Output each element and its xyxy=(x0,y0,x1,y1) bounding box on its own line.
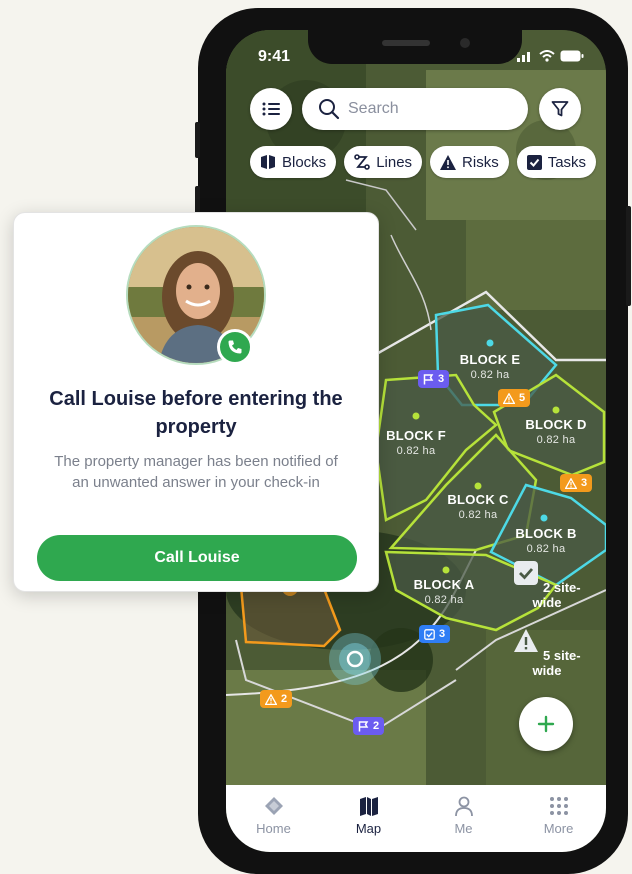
list-icon xyxy=(262,102,280,116)
block-f-label[interactable]: BLOCK F 0.82 ha xyxy=(378,428,454,457)
warning-icon xyxy=(503,392,515,404)
front-camera xyxy=(460,38,470,48)
block-a-label[interactable]: BLOCK A 0.82 ha xyxy=(406,577,482,606)
flag-badge[interactable]: 2 xyxy=(353,717,385,735)
map-icon xyxy=(359,797,378,816)
block-area: 0.82 ha xyxy=(536,434,576,446)
blocks-icon xyxy=(261,155,275,169)
bottom-tab-bar: Home Map Me More xyxy=(226,785,606,852)
status-icons xyxy=(516,50,584,65)
filter-icon xyxy=(551,101,569,117)
badge-count: 3 xyxy=(439,628,446,640)
block-area: 0.82 ha xyxy=(396,445,436,457)
flag-icon xyxy=(423,373,434,384)
tab-label: Home xyxy=(256,821,291,836)
filter-button[interactable] xyxy=(539,88,581,130)
layer-chips: Blocks Lines Risks Tasks xyxy=(250,146,597,178)
checkbox-icon xyxy=(424,628,435,640)
warning-icon xyxy=(265,693,277,705)
block-d-label[interactable]: BLOCK D 0.82 ha xyxy=(518,417,594,446)
block-c-label[interactable]: BLOCK C 0.82 ha xyxy=(440,492,516,521)
chip-tasks[interactable]: Tasks xyxy=(516,146,597,178)
search-icon xyxy=(319,99,340,120)
flag-icon xyxy=(358,720,369,731)
person-icon xyxy=(454,796,473,817)
tab-map[interactable]: Map xyxy=(321,785,416,852)
phone-side-button xyxy=(626,206,631,306)
block-name: BLOCK F xyxy=(386,428,446,443)
wifi-icon xyxy=(539,50,556,62)
warning-icon xyxy=(514,629,539,652)
block-area: 0.82 ha xyxy=(470,369,510,381)
card-message: The property manager has been notified o… xyxy=(54,453,338,491)
checkbox-icon xyxy=(514,561,539,585)
task-badge[interactable]: 3 xyxy=(419,625,451,643)
badge-count: 2 xyxy=(373,720,380,732)
site-wide-tasks[interactable]: 2 site-wide xyxy=(502,560,592,610)
phone-side-button xyxy=(195,122,200,158)
block-name: BLOCK D xyxy=(525,417,587,432)
site-wide-label: 5 site-wide xyxy=(532,648,581,678)
tab-me[interactable]: Me xyxy=(416,785,511,852)
tab-label: More xyxy=(543,821,574,836)
badge-count: 2 xyxy=(281,693,288,705)
risk-badge[interactable]: 5 xyxy=(498,389,531,407)
phone-icon xyxy=(228,340,242,354)
call-louise-button[interactable]: Call Louise xyxy=(37,535,357,581)
block-name: BLOCK B xyxy=(515,526,577,541)
checkbox-icon xyxy=(526,154,542,170)
badge-count: 5 xyxy=(519,392,526,404)
chip-risks[interactable]: Risks xyxy=(430,146,509,178)
chip-label: Lines xyxy=(376,153,413,171)
grid-dots-icon xyxy=(549,797,568,815)
chip-label: Risks xyxy=(462,153,499,171)
list-view-button[interactable] xyxy=(250,88,292,130)
warning-icon xyxy=(565,477,577,489)
home-icon xyxy=(264,797,283,815)
search-input[interactable] xyxy=(346,99,520,119)
block-e-label[interactable]: BLOCK E 0.82 ha xyxy=(452,352,528,381)
call-alert-card: Call Louise before entering the property… xyxy=(13,212,379,592)
block-area: 0.82 ha xyxy=(526,543,566,555)
tab-home[interactable]: Home xyxy=(226,785,321,852)
block-name: BLOCK C xyxy=(447,492,509,507)
block-area: 0.82 ha xyxy=(424,594,464,606)
block-b-label[interactable]: BLOCK B 0.82 ha xyxy=(508,526,584,555)
add-button[interactable] xyxy=(519,697,573,751)
tab-label: Map xyxy=(355,821,382,836)
lines-icon xyxy=(354,154,370,170)
chip-lines[interactable]: Lines xyxy=(344,146,423,178)
battery-icon xyxy=(560,50,584,62)
chip-blocks[interactable]: Blocks xyxy=(250,146,337,178)
site-wide-risks[interactable]: 5 site-wide xyxy=(502,628,592,678)
tab-label: Me xyxy=(454,821,473,836)
status-time: 9:41 xyxy=(258,48,291,65)
block-name: BLOCK A xyxy=(413,577,475,592)
chip-label: Blocks xyxy=(282,153,327,171)
block-name: BLOCK E xyxy=(459,352,521,367)
site-wide-label: 2 site-wide xyxy=(532,580,581,610)
phone-call-icon xyxy=(217,329,253,365)
speaker-grille xyxy=(382,40,430,46)
phone-notch xyxy=(308,30,522,64)
block-area: 0.82 ha xyxy=(458,509,498,521)
card-title: Call Louise before entering the property xyxy=(49,388,343,438)
risk-badge[interactable]: 2 xyxy=(260,690,293,708)
risk-badge[interactable]: 3 xyxy=(560,474,593,492)
badge-count: 3 xyxy=(438,373,445,385)
plus-icon xyxy=(537,715,555,733)
flag-badge[interactable]: 3 xyxy=(418,370,450,388)
chip-label: Tasks xyxy=(547,153,587,171)
warning-icon xyxy=(440,154,457,170)
search-bar[interactable] xyxy=(302,88,528,130)
signal-icon xyxy=(516,52,530,62)
tab-more[interactable]: More xyxy=(511,785,606,852)
badge-count: 3 xyxy=(581,477,588,489)
